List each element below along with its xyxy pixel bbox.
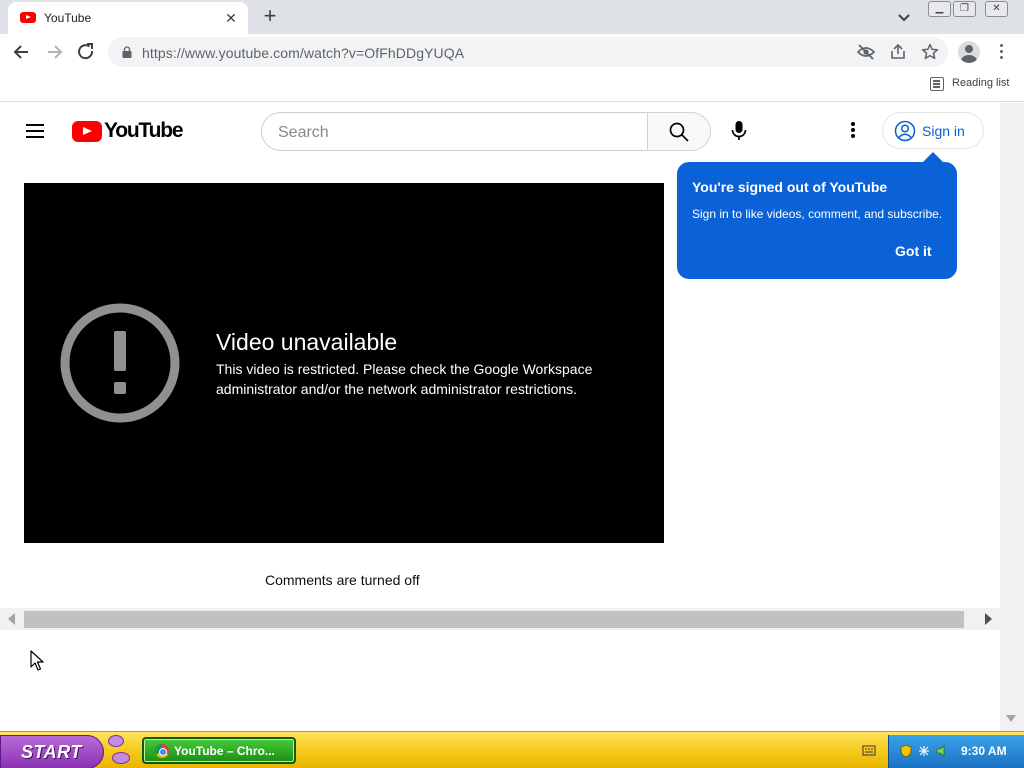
tab-close-icon[interactable]: ✕: [222, 9, 240, 27]
horizontal-scrollbar[interactable]: [0, 608, 1000, 630]
shield-icon[interactable]: [899, 744, 913, 758]
tab-search-chevron-icon[interactable]: [893, 6, 915, 28]
volume-icon[interactable]: [935, 744, 949, 758]
back-arrow-icon[interactable]: [8, 38, 36, 66]
forward-arrow-icon[interactable]: [40, 38, 68, 66]
address-bar[interactable]: https://www.youtube.com/watch?v=OfFhDDgY…: [108, 37, 948, 67]
reading-list-icon[interactable]: [930, 77, 944, 91]
eye-off-icon[interactable]: [856, 42, 876, 62]
url-text: https://www.youtube.com/watch?v=OfFhDDgY…: [142, 45, 465, 61]
bookmark-star-icon[interactable]: [920, 42, 940, 62]
got-it-button[interactable]: Got it: [895, 243, 932, 259]
taskbar-item-label: YouTube – Chro...: [174, 744, 275, 758]
browser-toolbar: https://www.youtube.com/watch?v=OfFhDDgY…: [0, 34, 1024, 70]
signed-out-popup: You're signed out of YouTube Sign in to …: [677, 152, 957, 279]
start-decoration: [108, 735, 124, 747]
lock-icon[interactable]: [122, 46, 132, 58]
screen: YouTube ✕ + ▁ ❐ ✕ https://www.youtube.co…: [0, 0, 1024, 768]
reading-list-button[interactable]: Reading list: [952, 77, 1009, 89]
scroll-down-arrow-icon[interactable]: [1006, 715, 1016, 722]
taskbar-item-chrome[interactable]: YouTube – Chro...: [142, 737, 296, 764]
start-decoration: [112, 752, 130, 764]
vertical-scrollbar[interactable]: [1000, 103, 1024, 731]
clock[interactable]: 9:30 AM: [961, 744, 1007, 758]
new-tab-button[interactable]: +: [258, 5, 282, 29]
scrollbar-thumb[interactable]: [24, 611, 964, 628]
start-button[interactable]: START: [0, 735, 104, 768]
profile-avatar-icon[interactable]: [958, 41, 980, 63]
search-button[interactable]: [647, 112, 711, 151]
youtube-wordmark[interactable]: YouTube: [104, 119, 184, 143]
browser-menu-icon[interactable]: [1000, 44, 1004, 60]
chrome-icon: [155, 744, 169, 758]
browser-tab[interactable]: YouTube ✕: [8, 2, 248, 34]
video-player[interactable]: Video unavailable This video is restrict…: [24, 183, 664, 543]
system-tray: 9:30 AM: [888, 735, 1024, 768]
restore-button[interactable]: ❐: [953, 1, 976, 17]
search-box: [261, 112, 648, 151]
bookmarks-bar: Reading list: [0, 70, 1024, 102]
scroll-right-arrow-icon[interactable]: [985, 613, 992, 625]
minimize-button[interactable]: ▁: [928, 1, 951, 17]
menu-hamburger-icon[interactable]: [26, 124, 46, 138]
search-input[interactable]: [278, 123, 618, 143]
browser-tab-strip: YouTube ✕ + ▁ ❐ ✕: [0, 0, 1024, 34]
mouse-cursor-icon: [30, 650, 44, 671]
exclamation-circle-icon: [60, 303, 180, 423]
reload-icon[interactable]: [72, 38, 100, 66]
page-viewport: YouTube Sign in: [0, 103, 1024, 731]
start-label: START: [21, 742, 82, 762]
taskbar: START YouTube – Chro... 9:30 AM: [0, 731, 1024, 768]
search-icon: [669, 122, 689, 142]
sign-in-label: Sign in: [922, 123, 965, 139]
comments-status: Comments are turned off: [265, 572, 420, 588]
popup-body: Sign in to like videos, comment, and sub…: [692, 207, 943, 221]
network-icon[interactable]: [917, 744, 931, 758]
share-icon[interactable]: [888, 42, 908, 62]
scroll-left-arrow-icon[interactable]: [8, 613, 15, 625]
error-message: This video is restricted. Please check t…: [216, 361, 593, 397]
tab-title: YouTube: [44, 11, 92, 25]
settings-more-icon[interactable]: [851, 122, 857, 140]
youtube-logo-icon[interactable]: [72, 121, 102, 142]
close-window-button[interactable]: ✕: [985, 1, 1008, 17]
youtube-favicon-icon: [20, 12, 36, 23]
account-circle-icon: [894, 120, 916, 142]
error-title: Video unavailable: [216, 329, 398, 355]
keyboard-icon[interactable]: [862, 743, 876, 757]
popup-title: You're signed out of YouTube: [692, 179, 888, 195]
microphone-icon[interactable]: [727, 118, 751, 144]
sign-in-button[interactable]: Sign in: [882, 112, 984, 149]
